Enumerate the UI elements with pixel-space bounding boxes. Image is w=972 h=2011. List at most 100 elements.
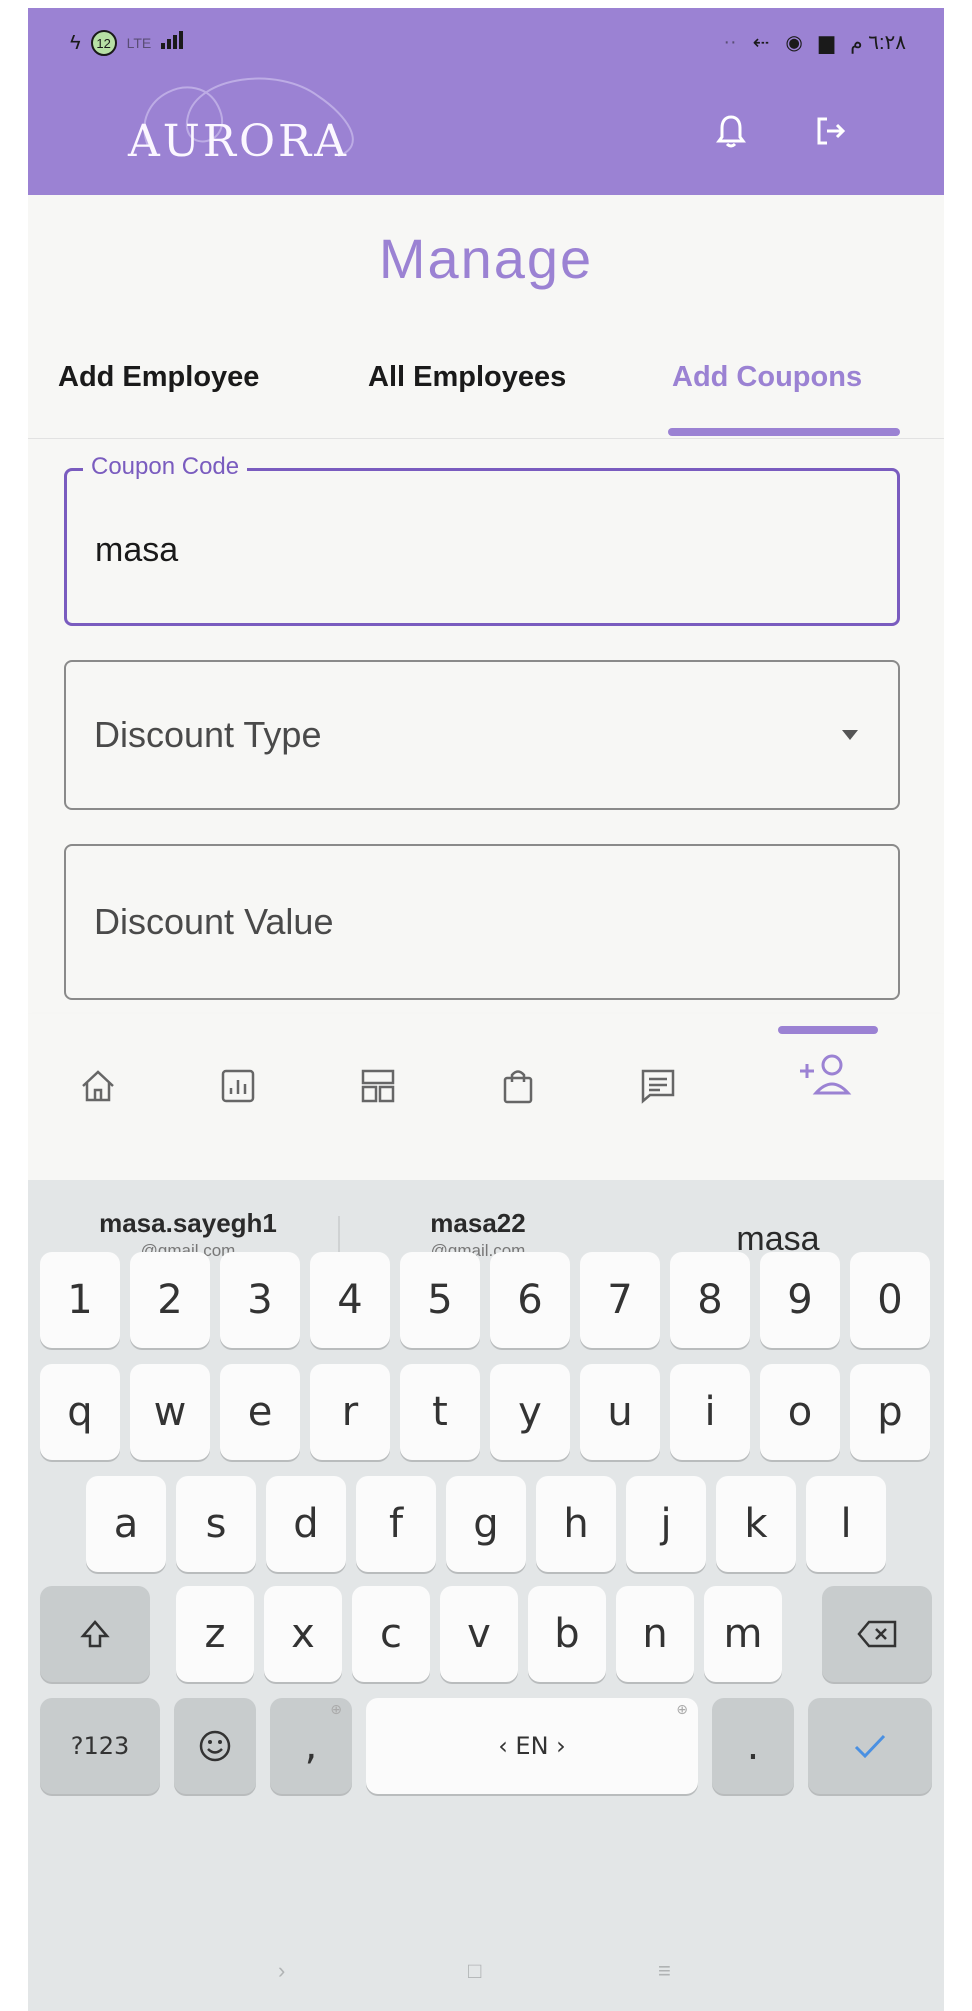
key-p[interactable]: p [850, 1364, 930, 1460]
key-x[interactable]: x [264, 1586, 342, 1682]
key-label: s [205, 1501, 227, 1547]
key-5[interactable]: 5 [400, 1252, 480, 1348]
key-e[interactable]: e [220, 1364, 300, 1460]
menu-icon[interactable]: ≡ [658, 1958, 671, 1984]
key-i[interactable]: i [670, 1364, 750, 1460]
add-person-icon[interactable] [796, 1046, 856, 1106]
key-label: h [563, 1501, 589, 1547]
key-t[interactable]: t [400, 1364, 480, 1460]
key-y[interactable]: y [490, 1364, 570, 1460]
key-label: e [247, 1389, 273, 1435]
home-square-icon[interactable]: □ [468, 1958, 481, 1984]
key-l[interactable]: l [806, 1476, 886, 1572]
key-label: u [607, 1389, 633, 1435]
key-n[interactable]: n [616, 1586, 694, 1682]
key-label: 8 [697, 1277, 723, 1323]
nav-active-indicator [778, 1026, 878, 1034]
key-label: 0 [877, 1277, 903, 1323]
key-1[interactable]: 1 [40, 1252, 120, 1348]
key-7[interactable]: 7 [580, 1252, 660, 1348]
discount-type-select[interactable]: Discount Type [64, 660, 900, 810]
key-label: x [291, 1611, 315, 1657]
key-label: f [388, 1501, 404, 1547]
shift-key[interactable] [40, 1586, 150, 1682]
key-label: d [293, 1501, 319, 1547]
key-m[interactable]: m [704, 1586, 782, 1682]
coupon-code-field[interactable]: Coupon Code masa [64, 453, 900, 626]
key-label: 5 [427, 1277, 453, 1323]
tab-all-employees[interactable]: All Employees [368, 361, 594, 421]
space-key[interactable]: ⊕ ‹ EN › [366, 1698, 698, 1794]
tab-add-coupons[interactable]: Add Coupons [672, 361, 898, 421]
key-label: r [341, 1389, 359, 1435]
key-6[interactable]: 6 [490, 1252, 570, 1348]
comma-key[interactable]: ⊕ , [270, 1698, 352, 1794]
page-title: Manage [378, 227, 594, 290]
key-r[interactable]: r [310, 1364, 390, 1460]
key-label: z [204, 1611, 226, 1657]
key-v[interactable]: v [440, 1586, 518, 1682]
status-right: ·· ⇠ ◉ ▆ ٦:٢٨ م [723, 30, 906, 55]
tab-active-indicator [668, 428, 900, 436]
key-4[interactable]: 4 [310, 1252, 390, 1348]
key-s[interactable]: s [176, 1476, 256, 1572]
key-g[interactable]: g [446, 1476, 526, 1572]
message-icon[interactable] [628, 1056, 688, 1116]
chart-icon[interactable] [208, 1056, 268, 1116]
emoji-key[interactable] [174, 1698, 256, 1794]
key-label: i [704, 1389, 716, 1435]
discount-value-field[interactable]: Discount Value [64, 844, 900, 1000]
period-key[interactable]: . [712, 1698, 794, 1794]
key-label: 2 [157, 1277, 183, 1323]
key-3[interactable]: 3 [220, 1252, 300, 1348]
key-label: q [67, 1389, 93, 1435]
key-label: 3 [247, 1277, 273, 1323]
key-label: 1 [67, 1277, 93, 1323]
dropdown-arrow-icon [842, 730, 858, 740]
symbols-key[interactable]: ?123 [40, 1698, 160, 1794]
battery-icon: ▆ [818, 32, 835, 54]
key-label: g [473, 1501, 499, 1547]
key-k[interactable]: k [716, 1476, 796, 1572]
app-logo: AURORA [128, 116, 349, 167]
key-j[interactable]: j [626, 1476, 706, 1572]
bell-icon[interactable] [708, 108, 754, 154]
signal-icon [161, 31, 184, 55]
backspace-key[interactable] [822, 1586, 932, 1682]
dashboard-icon[interactable] [348, 1056, 408, 1116]
key-q[interactable]: q [40, 1364, 120, 1460]
key-u[interactable]: u [580, 1364, 660, 1460]
key-b[interactable]: b [528, 1586, 606, 1682]
home-icon[interactable] [68, 1056, 128, 1116]
shopping-bag-icon[interactable] [488, 1056, 548, 1116]
key-c[interactable]: c [352, 1586, 430, 1682]
logout-icon[interactable] [808, 108, 854, 154]
suggestion-1-main: masa.sayegh1 [99, 1208, 277, 1238]
key-0[interactable]: 0 [850, 1252, 930, 1348]
arrow-icon: ⇠ [752, 32, 770, 54]
done-key[interactable] [808, 1698, 932, 1794]
key-o[interactable]: o [760, 1364, 840, 1460]
period-label: . [746, 1723, 760, 1769]
key-8[interactable]: 8 [670, 1252, 750, 1348]
chevron-right-icon[interactable]: › [278, 1958, 285, 1984]
key-9[interactable]: 9 [760, 1252, 840, 1348]
key-2[interactable]: 2 [130, 1252, 210, 1348]
key-a[interactable]: a [86, 1476, 166, 1572]
key-label: 4 [337, 1277, 363, 1323]
mic-hint-icon: ⊕ [330, 1702, 342, 1718]
key-f[interactable]: f [356, 1476, 436, 1572]
key-label: v [467, 1611, 491, 1657]
key-label: c [380, 1611, 402, 1657]
tab-add-employee[interactable]: Add Employee [58, 361, 270, 421]
key-label: o [787, 1389, 813, 1435]
key-d[interactable]: d [266, 1476, 346, 1572]
charging-icon: ϟ [70, 31, 81, 54]
discount-type-label: Discount Type [94, 714, 322, 755]
notification-count-badge: 12 [90, 30, 117, 56]
key-w[interactable]: w [130, 1364, 210, 1460]
key-z[interactable]: z [176, 1586, 254, 1682]
dots-icon: ·· [723, 31, 737, 53]
key-h[interactable]: h [536, 1476, 616, 1572]
key-label: 9 [787, 1277, 813, 1323]
